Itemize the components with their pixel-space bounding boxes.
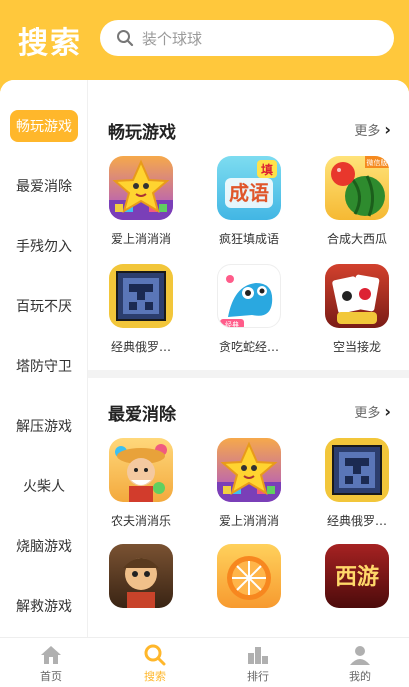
sidebar-item-label: 解压游戏	[16, 419, 72, 435]
sidebar-item-label: 畅玩游戏	[10, 110, 78, 142]
sidebar-item-label: 手残勿入	[16, 239, 72, 255]
boy-icon	[109, 544, 173, 608]
snake-tag-text: 经典	[225, 320, 239, 328]
sidebar-item-label: 解救游戏	[16, 599, 72, 615]
cards-icon	[325, 264, 389, 328]
game-name: 爱上消消消	[110, 232, 171, 246]
search-icon	[114, 27, 136, 49]
journey-icon-text: 西游	[335, 564, 379, 590]
profile-icon	[348, 644, 372, 666]
game-list: 畅玩游戏 更多 › 爱上消消消 成语 填 疯狂填成语 微信版 合成大西瓜 经典俄…	[88, 80, 409, 637]
game-name: 农夫消消乐	[110, 514, 171, 528]
nav-label: 排行	[247, 670, 269, 683]
game-name: 爱上消消消	[218, 514, 279, 528]
snake-icon: 经典	[217, 264, 281, 328]
game-card[interactable]: 经典 贪吃蛇经…	[204, 264, 294, 355]
star-icon	[109, 156, 173, 220]
game-card[interactable]: 西游	[312, 544, 402, 608]
nav-label: 首页	[40, 670, 62, 683]
sidebar-item-label: 百玩不厌	[16, 299, 72, 315]
chengyu-icon-text: 成语	[229, 181, 269, 205]
nav-ranking[interactable]: 排行	[228, 644, 288, 684]
more-link[interactable]: 更多 ›	[354, 120, 391, 139]
search-icon	[143, 644, 167, 666]
sidebar-item-zuiai[interactable]: 最爱消除	[0, 168, 88, 204]
more-label: 更多	[354, 124, 381, 139]
sidebar-item-changwan[interactable]: 畅玩游戏	[0, 108, 88, 144]
nav-home[interactable]: 首页	[21, 644, 81, 684]
search-input[interactable]: 装个球球	[100, 20, 394, 56]
chevron-right-icon: ›	[384, 120, 391, 139]
game-card[interactable]	[204, 544, 294, 608]
game-card[interactable]: 爱上消消消	[204, 438, 294, 529]
nav-label: 我的	[349, 670, 371, 683]
tetris-icon	[325, 438, 389, 502]
more-link[interactable]: 更多 ›	[354, 402, 391, 421]
nav-label: 搜索	[144, 670, 166, 683]
game-card[interactable]: 微信版 合成大西瓜	[312, 156, 402, 247]
game-name: 空当接龙	[332, 340, 381, 354]
more-label: 更多	[354, 406, 381, 421]
page-title: 搜索	[18, 26, 82, 61]
tetris-icon	[109, 264, 173, 328]
bottom-nav: 首页 搜索 排行 我的	[0, 637, 409, 687]
farmer-icon	[109, 438, 173, 502]
melon-tag-text: 微信版	[367, 158, 388, 167]
main-panel: 畅玩游戏 最爱消除 手残勿入 百玩不厌 塔防守卫 解压游戏 火柴人 烧脑游戏 解…	[0, 80, 409, 637]
category-sidebar: 畅玩游戏 最爱消除 手残勿入 百玩不厌 塔防守卫 解压游戏 火柴人 烧脑游戏 解…	[0, 80, 88, 637]
game-card[interactable]	[96, 544, 186, 608]
game-name: 贪吃蛇经…	[218, 340, 279, 354]
game-card[interactable]: 爱上消消消	[96, 156, 186, 247]
sidebar-item-jieya[interactable]: 解压游戏	[0, 408, 88, 444]
game-card[interactable]: 空当接龙	[312, 264, 402, 355]
chevron-right-icon: ›	[384, 402, 391, 421]
watermelon-icon: 微信版	[325, 156, 389, 220]
sidebar-item-tafang[interactable]: 塔防守卫	[0, 348, 88, 384]
home-icon	[39, 644, 63, 666]
chengyu-icon: 成语 填	[217, 156, 281, 220]
sidebar-item-label: 塔防守卫	[16, 359, 72, 375]
sidebar-item-shoucan[interactable]: 手残勿入	[0, 228, 88, 264]
sidebar-item-label: 火柴人	[23, 479, 65, 495]
section-changwan: 畅玩游戏 更多 › 爱上消消消 成语 填 疯狂填成语 微信版 合成大西瓜 经典俄…	[88, 80, 409, 370]
section-zuiai: 最爱消除 更多 › 农夫消消乐 爱上消消消 经典俄罗… 西游	[88, 378, 409, 637]
star-icon	[217, 438, 281, 502]
game-card[interactable]: 农夫消消乐	[96, 438, 186, 529]
game-name: 经典俄罗…	[110, 340, 171, 354]
orange-icon	[217, 544, 281, 608]
chengyu-badge-text: 填	[261, 162, 273, 177]
sidebar-item-huochairen[interactable]: 火柴人	[0, 468, 88, 504]
game-name: 经典俄罗…	[326, 514, 387, 528]
game-card[interactable]: 经典俄罗…	[96, 264, 186, 355]
search-placeholder: 装个球球	[142, 29, 203, 48]
nav-profile[interactable]: 我的	[330, 644, 390, 684]
game-name: 疯狂填成语	[218, 232, 279, 246]
sidebar-item-jiejiu[interactable]: 解救游戏	[0, 588, 88, 624]
section-divider	[88, 370, 409, 378]
sidebar-item-shaonao[interactable]: 烧脑游戏	[0, 528, 88, 564]
sidebar-item-label: 烧脑游戏	[16, 539, 72, 555]
sidebar-item-baiwan[interactable]: 百玩不厌	[0, 288, 88, 324]
game-name: 合成大西瓜	[326, 232, 387, 246]
nav-search[interactable]: 搜索	[125, 644, 185, 684]
journey-icon: 西游	[325, 544, 389, 608]
game-card[interactable]: 经典俄罗…	[312, 438, 402, 529]
ranking-icon	[246, 644, 270, 666]
section-title: 最爱消除	[108, 405, 176, 425]
section-title: 畅玩游戏	[108, 123, 176, 143]
game-card[interactable]: 成语 填 疯狂填成语	[204, 156, 294, 247]
sidebar-item-label: 最爱消除	[16, 179, 72, 195]
